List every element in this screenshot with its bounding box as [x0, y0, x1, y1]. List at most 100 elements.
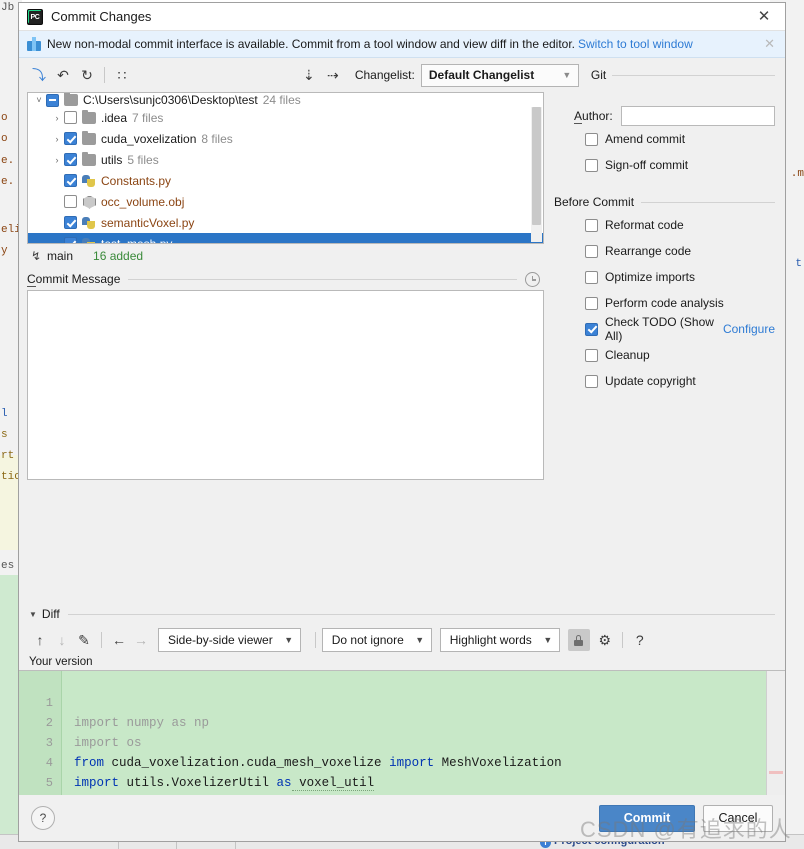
option-sign-off-commit[interactable]: Sign-off commit [554, 152, 775, 178]
viewer-mode-select[interactable]: Side-by-side viewer ▼ [158, 628, 301, 652]
amend-commit-checkbox[interactable] [585, 132, 598, 146]
accept-right-icon[interactable]: → [130, 629, 152, 651]
revert-icon[interactable]: ↶ [51, 63, 75, 87]
author-row: Author: [554, 106, 775, 126]
option-check-todo[interactable]: Check TODO (Show All) Configure [554, 315, 775, 343]
diff-pane-label: Your version [29, 656, 93, 668]
highlight-mode-value: Highlight words [449, 633, 532, 647]
show-diff-icon[interactable]: ⤵ [27, 63, 51, 87]
option-optimize-imports[interactable]: Optimize imports [554, 264, 775, 290]
file-checkbox[interactable] [64, 216, 77, 229]
tree-item-label: test_mesh.py [101, 236, 173, 244]
tree-root-path: C:\Users\sunjc0306\Desktop\test [83, 93, 258, 107]
cleanup-checkbox[interactable] [585, 348, 598, 362]
option-update-copyright[interactable]: Update copyright [554, 368, 775, 394]
accept-left-icon[interactable]: ← [108, 629, 130, 651]
author-field[interactable] [620, 106, 775, 126]
file-checkbox[interactable] [64, 132, 77, 145]
tree-row-root[interactable]: ˅ C:\Users\sunjc0306\Desktop\test 24 fil… [28, 93, 543, 107]
refresh-icon[interactable]: ↻ [75, 63, 99, 87]
file-checkbox[interactable] [64, 111, 77, 124]
configure-link[interactable]: Configure [723, 322, 775, 336]
diff-marker [769, 771, 783, 774]
file-checkbox[interactable] [64, 174, 77, 187]
cancel-button[interactable]: Cancel [703, 804, 773, 832]
tree-item-label: occ_volume.obj [101, 194, 185, 209]
tree-row[interactable]: › cuda_voxelization 8 files [28, 128, 543, 149]
switch-to-tool-window-link[interactable]: Switch to tool window [578, 37, 693, 51]
diff-toolbar-divider [101, 632, 102, 648]
viewer-mode-value: Side-by-side viewer [168, 633, 273, 647]
tree-scrollbar[interactable] [531, 107, 542, 242]
collapse-all-icon[interactable]: ⇢ [321, 63, 345, 87]
next-difference-icon[interactable]: ↓ [51, 629, 73, 651]
previous-difference-icon[interactable]: ↑ [29, 629, 51, 651]
option-reformat-code[interactable]: Reformat code [554, 212, 775, 238]
option-perform-code-analysis[interactable]: Perform code analysis [554, 290, 775, 316]
check-todo-checkbox[interactable] [585, 322, 598, 336]
edit-source-icon[interactable]: ✎ [73, 629, 95, 651]
sign-off-commit-checkbox[interactable] [585, 158, 598, 172]
tree-row[interactable]: › .idea 7 files [28, 107, 543, 128]
option-label: Reformat code [605, 218, 684, 232]
tree-row[interactable]: Constants.py [28, 170, 543, 191]
expand-all-icon[interactable]: ⇣ [297, 63, 321, 87]
right-pane: Author: Amend commit Sign-off commit Bef… [544, 92, 785, 604]
clock-icon[interactable] [525, 271, 540, 287]
question-icon[interactable]: ? [31, 806, 55, 830]
chevron-right-icon[interactable]: › [50, 113, 64, 123]
chevron-down-icon[interactable]: ˅ [32, 93, 46, 107]
highlight-mode-select[interactable]: Highlight words ▼ [439, 628, 560, 652]
chevron-right-icon[interactable]: › [50, 155, 64, 165]
question-icon[interactable]: ? [629, 629, 651, 651]
commit-changes-dialog: PC Commit Changes ✕ New non-modal commit… [18, 2, 786, 842]
option-amend-commit[interactable]: Amend commit [554, 126, 775, 152]
update-copyright-checkbox[interactable] [585, 374, 598, 388]
gift-icon [27, 37, 41, 51]
diff-code-pane[interactable]: 1 import numpy as np 2 import os 3 from … [19, 670, 785, 795]
before-commit-title: Before Commit [554, 195, 635, 209]
chevron-down-icon: ▼ [284, 635, 294, 645]
option-rearrange-code[interactable]: Rearrange code [554, 238, 775, 264]
option-label: Optimize imports [605, 270, 696, 284]
chevron-right-icon[interactable]: › [50, 134, 64, 144]
changelist-select[interactable]: Default Changelist ▼ [420, 63, 579, 87]
notification-banner: New non-modal commit interface is availa… [19, 31, 785, 58]
commit-message-rule [128, 278, 517, 280]
root-checkbox[interactable] [46, 93, 59, 107]
diff-section-header[interactable]: ▼ Diff [19, 604, 785, 624]
file-checkbox[interactable] [64, 195, 77, 208]
close-icon[interactable]: ✕ [743, 3, 785, 31]
option-cleanup[interactable]: Cleanup [554, 342, 775, 368]
tree-scrollbar-thumb[interactable] [532, 107, 541, 225]
file-checkbox[interactable] [64, 153, 77, 166]
banner-close-icon[interactable]: ✕ [760, 36, 779, 52]
changed-files-tree[interactable]: ˅ C:\Users\sunjc0306\Desktop\test 24 fil… [27, 92, 544, 244]
banner-text: New non-modal commit interface is availa… [47, 37, 576, 51]
file-checkbox[interactable] [64, 237, 77, 243]
reformat-code-checkbox[interactable] [585, 218, 598, 232]
python-file-icon [82, 237, 96, 243]
commit-button[interactable]: Commit [599, 804, 695, 832]
chevron-down-icon[interactable]: ▼ [29, 610, 37, 619]
tree-row[interactable]: occ_volume.obj [28, 191, 543, 212]
tree-item-count: 8 files [201, 131, 233, 146]
option-label: Check TODO (Show All) [605, 315, 714, 343]
perform-code-analysis-checkbox[interactable] [585, 296, 598, 310]
author-label: Author: [574, 109, 613, 124]
group-by-icon[interactable]: ∷ [110, 63, 134, 87]
diff-marker-rail[interactable] [766, 671, 785, 795]
gear-icon[interactable]: ⚙ [594, 629, 616, 651]
dialog-footer: ? Commit Cancel [19, 795, 785, 841]
changes-toolbar: ⤵ ↶ ↻ ∷ ⇣ ⇢ Changelist: Default Changeli… [19, 58, 785, 92]
tree-row[interactable]: semanticVoxel.py [28, 212, 543, 233]
optimize-imports-checkbox[interactable] [585, 270, 598, 284]
lock-icon[interactable] [567, 629, 590, 651]
python-file-icon [82, 174, 96, 188]
tree-row[interactable]: › utils 5 files [28, 149, 543, 170]
rearrange-code-checkbox[interactable] [585, 244, 598, 258]
commit-message-input[interactable] [27, 290, 544, 480]
tree-row[interactable]: test_mesh.py [28, 233, 543, 244]
whitespace-mode-select[interactable]: Do not ignore ▼ [321, 628, 432, 652]
changelist-label: Changelist: [354, 68, 415, 82]
